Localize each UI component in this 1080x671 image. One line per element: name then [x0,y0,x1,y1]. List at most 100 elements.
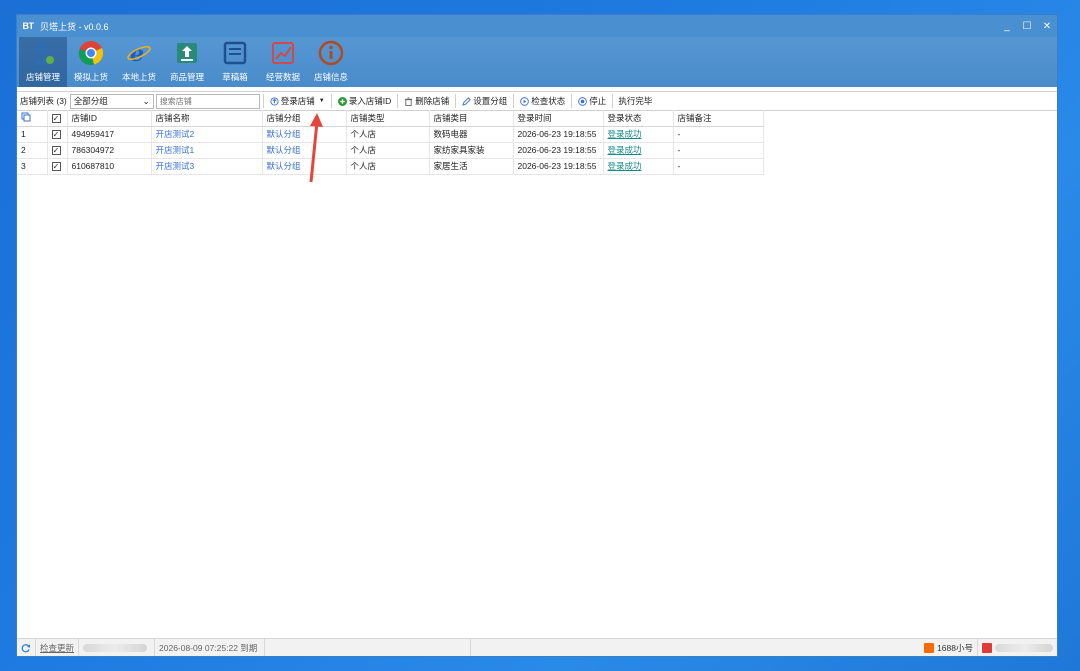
row-checkbox[interactable]: ✓ [51,130,61,140]
row-checkbox-cell[interactable]: ✓ [47,126,68,143]
store-type: 个人店 [346,126,430,143]
login-status-link[interactable]: 登录成功 [603,158,674,175]
trash-icon [405,96,413,106]
maximize-button[interactable]: ☐ [1017,15,1037,37]
app-window: BT 贝塔上货 - v0.0.6 _ ☐ ✕ 店铺管理 模拟上货 e 本地上货 … [16,14,1058,657]
table-row[interactable]: 3 ✓ 610687810 开店测试3 默认分组 个人店 家居生活 2026-0… [17,158,764,175]
stop-label: 停止 [589,96,607,106]
refresh-cell[interactable] [17,638,36,656]
row-checkbox-cell[interactable]: ✓ [47,142,68,159]
column-header[interactable]: 登录状态 [603,110,674,127]
store-type: 个人店 [346,142,430,159]
ribbon-drafts[interactable]: 草稿箱 [211,37,259,87]
login-icon [270,96,279,106]
delete-store-button[interactable]: 删除店铺 [401,93,452,109]
login-store-label: 登录店铺 [280,96,315,106]
store-group-link[interactable]: 默认分组 [262,142,347,159]
select-all-header[interactable]: ✓ [47,110,68,127]
check-update-link[interactable]: 检查更新 [36,638,80,656]
shop-account-cell[interactable] [978,639,1057,657]
status-spacer [471,639,920,657]
row-checkbox[interactable]: ✓ [51,162,61,172]
ribbon-nav: 店铺管理 模拟上货 e 本地上货 商品管理 草稿箱 经营数据 店铺信息 [17,37,1057,87]
stop-button[interactable]: 停止 [575,93,609,109]
store-name-link[interactable]: 开店测试1 [151,142,263,159]
store-name-link[interactable]: 开店测试2 [151,126,263,143]
ribbon-business-data[interactable]: 经营数据 [259,37,307,87]
row-checkbox[interactable]: ✓ [51,146,61,156]
delete-store-label: 删除店铺 [415,96,450,106]
toolbar-divider [397,94,399,108]
store-id: 494959417 [67,126,152,143]
dropdown-arrow-icon: ▼ [318,98,325,104]
store-note: - [673,126,764,143]
set-group-label: 设置分组 [473,96,508,106]
1688-icon [924,642,935,653]
ie-icon: e [127,41,151,66]
toolbar-divider [571,94,573,108]
close-button[interactable]: ✕ [1037,15,1057,37]
table-header-row: ✓ 店铺ID 店铺名称 店铺分组 店铺类型 店铺类目 登录时间 登录状态 店铺备… [17,110,764,127]
search-input[interactable] [155,93,260,109]
table-row[interactable]: 1 ✓ 494959417 开店测试2 默认分组 个人店 数码电器 2026-0… [17,126,764,143]
status-spacer [265,638,472,656]
group-select[interactable]: 全部分组 ⌄ [69,93,154,109]
column-header[interactable]: 店铺备注 [673,110,764,127]
column-header[interactable]: 店铺分组 [262,110,347,127]
store-group-link[interactable]: 默认分组 [262,158,347,175]
toolbar-divider [612,94,614,108]
column-header[interactable]: 店铺类型 [346,110,430,127]
shop-brand-icon [982,642,992,653]
toolbar-divider [455,94,457,108]
ribbon-store-info[interactable]: 店铺信息 [307,37,355,87]
toolbar-divider [513,94,515,108]
expiry-cell: 2026-08-09 07:25:22 到期 [155,638,266,656]
status-bar: 检查更新 2026-08-09 07:25:22 到期 1688小号 [17,638,1057,656]
login-status-link[interactable]: 登录成功 [603,142,674,159]
row-checkbox-cell[interactable]: ✓ [47,158,68,175]
ribbon-store-management[interactable]: 店铺管理 [19,37,67,87]
login-status-link[interactable]: 登录成功 [603,126,674,143]
account-1688-cell[interactable]: 1688小号 [920,638,978,656]
check-status-label: 检查状态 [531,96,566,106]
add-store-id-label: 录入店铺ID [348,96,392,106]
blurred-account [83,643,148,652]
chrome-icon [78,41,104,66]
ribbon-simulate-upload[interactable]: 模拟上货 [67,37,115,87]
ribbon-local-upload[interactable]: e 本地上货 [115,37,163,87]
ribbon-label: 模拟上货 [73,72,108,82]
column-header[interactable]: 店铺ID [67,110,152,127]
ribbon-label: 店铺信息 [313,72,348,82]
login-time: 2026-06-23 19:18:55 [513,158,604,175]
edit-group-icon [462,96,472,106]
store-group-link[interactable]: 默认分组 [262,126,347,143]
refresh-columns-header[interactable] [17,110,48,127]
store-id: 786304972 [67,142,152,159]
ribbon-label: 商品管理 [169,72,204,82]
plus-circle-icon [337,96,347,106]
ribbon-product-management[interactable]: 商品管理 [163,37,211,87]
add-store-id-button[interactable]: 录入店铺ID [335,93,395,109]
svg-text:e: e [130,41,144,66]
select-all-checkbox[interactable]: ✓ [51,114,61,123]
column-header[interactable]: 店铺名称 [151,110,263,127]
table-row[interactable]: 2 ✓ 786304972 开店测试1 默认分组 个人店 家纺家具家装 2026… [17,142,764,159]
store-category: 家纺家具家装 [429,142,514,159]
set-group-button[interactable]: 设置分组 [459,93,510,109]
ribbon-label: 店铺管理 [25,72,60,82]
login-store-button[interactable]: 登录店铺 ▼ [267,93,328,109]
toolbar: 店铺列表 (3) 全部分组 ⌄ 登录店铺 ▼ 录入店铺ID 删除店铺 设置分组 [17,91,1057,111]
chart-icon [272,42,294,64]
minimize-button[interactable]: _ [997,15,1017,37]
store-category: 数码电器 [429,126,514,143]
play-icon [520,96,530,106]
toolbar-divider [330,94,332,108]
info-icon [318,40,344,66]
column-header[interactable]: 登录时间 [513,110,604,127]
annotation-arrow-icon [309,113,323,183]
check-update-label: 检查更新 [40,642,75,653]
column-header[interactable]: 店铺类目 [429,110,514,127]
check-status-button[interactable]: 检查状态 [517,93,568,109]
store-name-link[interactable]: 开店测试3 [151,158,263,175]
store-list-label: 店铺列表 (3) [20,96,67,106]
